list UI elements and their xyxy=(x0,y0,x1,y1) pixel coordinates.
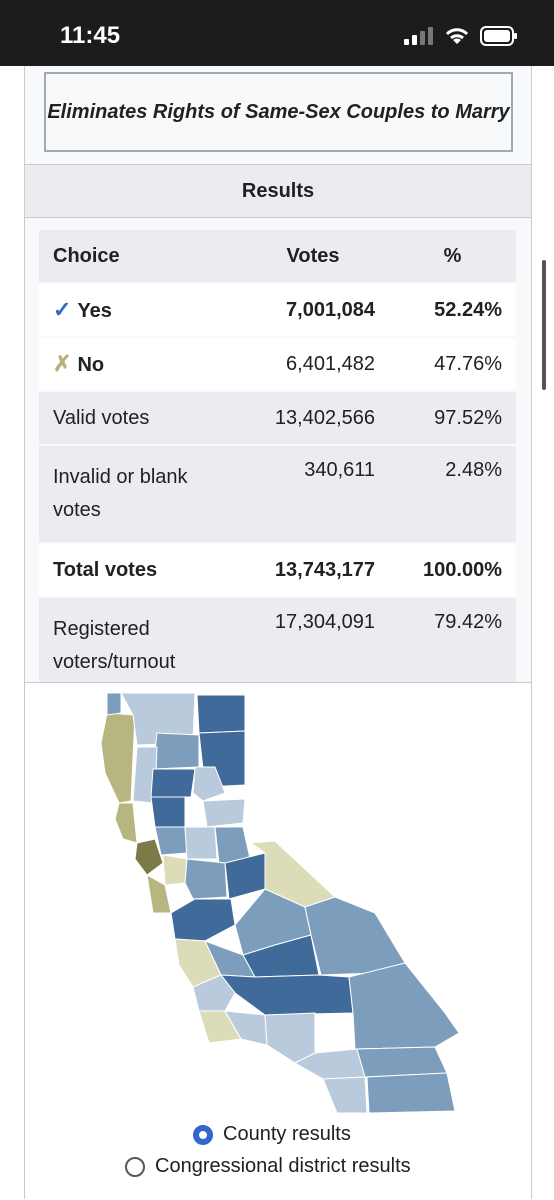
county-results-option[interactable]: County results xyxy=(193,1123,351,1146)
map-county xyxy=(196,694,246,734)
valid-votes: 13,402,566 xyxy=(237,391,390,446)
total-votes: 13,743,177 xyxy=(237,543,390,598)
no-percent: 47.76% xyxy=(389,337,516,392)
congressional-radio[interactable] xyxy=(125,1156,145,1177)
registered-percent: 79.42% xyxy=(389,597,516,696)
map-county xyxy=(114,802,138,844)
table-row-yes: ✓ Yes 7,001,084 52.24% xyxy=(39,283,516,338)
no-label: No xyxy=(77,354,105,376)
congressional-results-label: Congressional district results xyxy=(155,1155,411,1177)
map-county xyxy=(100,712,136,804)
status-time: 11:45 xyxy=(60,22,121,49)
yes-percent: 52.24% xyxy=(389,283,516,338)
table-row-invalid: Invalid or blank votes 340,611 2.48% xyxy=(39,445,516,544)
measure-title: Eliminates Rights of Same-Sex Couples to… xyxy=(44,72,513,152)
map-county xyxy=(184,858,228,900)
map-county xyxy=(356,1046,448,1078)
results-header: Results xyxy=(25,164,531,218)
registered-label: Registered voters/turnout xyxy=(39,597,237,696)
congressional-results-option[interactable]: Congressional district results xyxy=(125,1155,411,1178)
results-table: Choice Votes % ✓ Yes 7,001,084 52.24% ✗ No… xyxy=(39,230,516,696)
battery-icon xyxy=(480,26,517,46)
table-row-registered: Registered voters/turnout 17,304,091 79.… xyxy=(39,597,516,696)
table-row-no: ✗ No 6,401,482 47.76% xyxy=(39,337,516,392)
map-county xyxy=(150,768,196,798)
scroll-indicator[interactable] xyxy=(542,260,546,390)
registered-votes: 17,304,091 xyxy=(237,597,390,696)
map-county xyxy=(154,826,188,856)
map-county xyxy=(162,854,188,886)
checkmark-icon: ✓ xyxy=(53,297,72,322)
map-county xyxy=(219,974,354,1016)
valid-label: Valid votes xyxy=(39,391,237,446)
yes-label: Yes xyxy=(77,300,112,322)
table-row-valid: Valid votes 13,402,566 97.52% xyxy=(39,391,516,446)
map-county xyxy=(202,798,246,828)
map-county xyxy=(366,1072,456,1113)
invalid-votes: 340,611 xyxy=(237,445,390,544)
map-county xyxy=(184,826,218,860)
map-county xyxy=(322,1076,368,1113)
county-radio[interactable] xyxy=(193,1124,213,1145)
signal-icon xyxy=(404,27,433,45)
invalid-label: Invalid or blank votes xyxy=(39,445,237,544)
total-label: Total votes xyxy=(39,543,237,598)
map-county xyxy=(304,896,406,976)
map-county xyxy=(106,693,122,716)
total-percent: 100.00% xyxy=(389,543,516,598)
cross-icon: ✗ xyxy=(53,351,72,376)
status-icons xyxy=(404,26,518,46)
valid-percent: 97.52% xyxy=(389,391,516,446)
california-county-map[interactable] xyxy=(75,693,475,1113)
map-county xyxy=(348,962,460,1050)
infobox: Eliminates Rights of Same-Sex Couples to… xyxy=(24,66,532,1200)
map-county xyxy=(150,796,186,828)
table-header-row: Choice Votes % xyxy=(39,230,516,284)
map-county xyxy=(152,732,200,770)
map-county xyxy=(264,1012,316,1064)
no-votes: 6,401,482 xyxy=(237,337,390,392)
results-map-area: County results Congressional district re… xyxy=(25,682,531,1200)
header-percent: % xyxy=(389,230,516,284)
invalid-percent: 2.48% xyxy=(389,445,516,544)
table-row-total: Total votes 13,743,177 100.00% xyxy=(39,543,516,598)
yes-votes: 7,001,084 xyxy=(237,283,390,338)
county-results-label: County results xyxy=(223,1123,351,1145)
header-choice: Choice xyxy=(39,230,237,284)
header-votes: Votes xyxy=(237,230,390,284)
status-bar: 11:45 xyxy=(0,0,554,66)
wifi-icon xyxy=(445,28,469,44)
map-county xyxy=(170,898,236,942)
